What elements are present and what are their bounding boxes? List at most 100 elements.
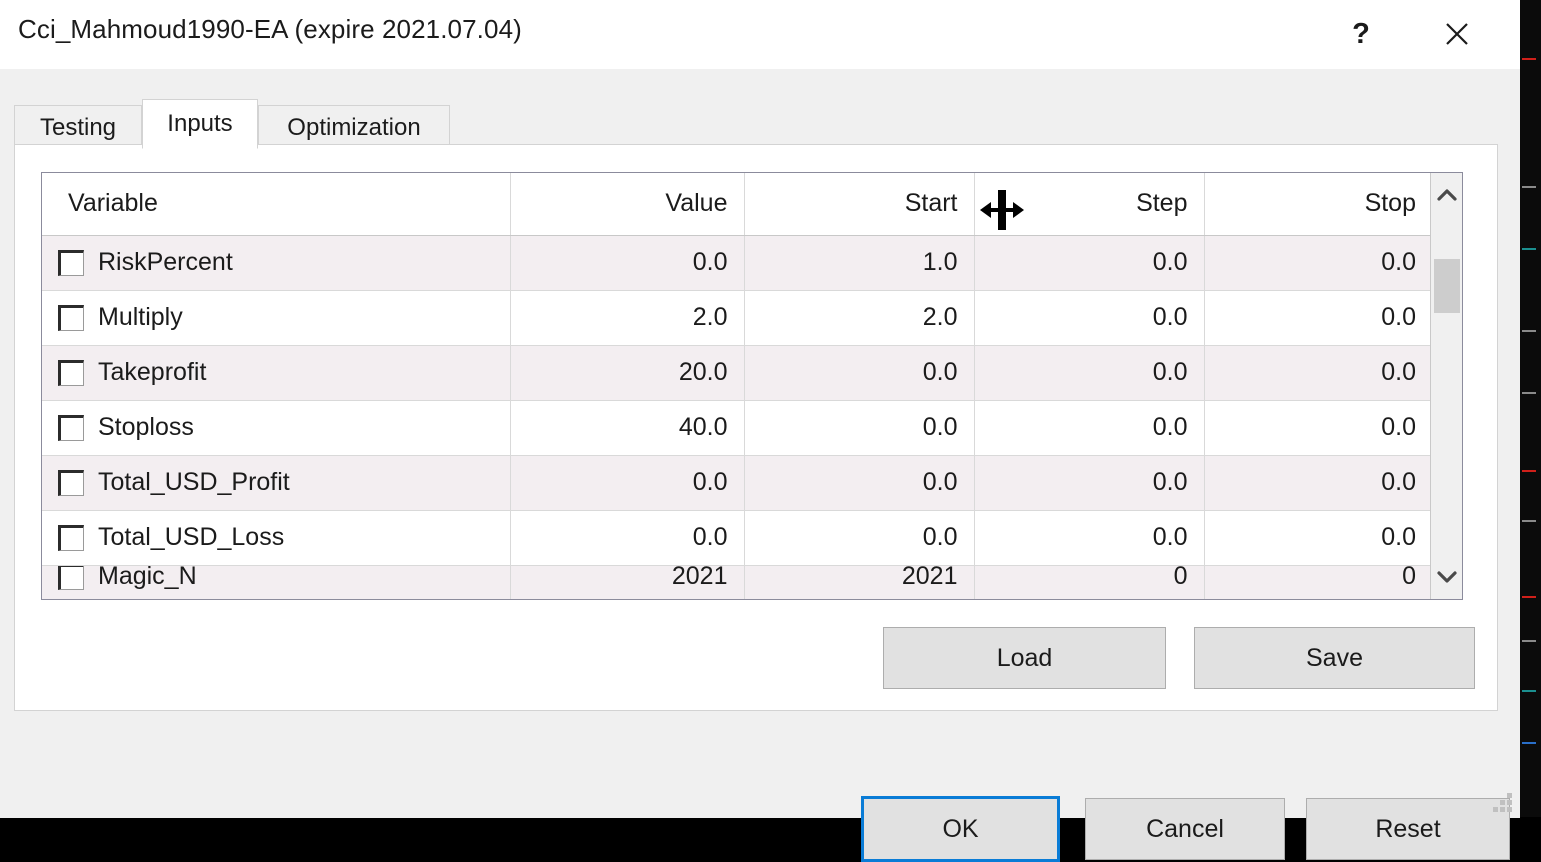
load-button[interactable]: Load xyxy=(883,627,1166,689)
cell-value-text: 0.0 xyxy=(693,248,728,276)
cell-start-text: 2.0 xyxy=(923,303,958,331)
cell-step-text: 0.0 xyxy=(1153,468,1188,496)
cell-stop-text: 0.0 xyxy=(1381,248,1416,276)
reset-button[interactable]: Reset xyxy=(1306,798,1510,860)
cell-step-text: 0.0 xyxy=(1153,413,1188,441)
cell-stop[interactable]: 0 xyxy=(1204,565,1432,600)
cell-step-text: 0.0 xyxy=(1153,523,1188,551)
inputs-grid: Variable Value Start Step Stop RiskPerce… xyxy=(41,172,1463,600)
cell-start[interactable]: 0.0 xyxy=(744,455,974,510)
tab-inputs-label: Inputs xyxy=(167,110,232,138)
cell-step-text: 0.0 xyxy=(1153,248,1188,276)
cell-step[interactable]: 0.0 xyxy=(974,235,1204,290)
cell-variable: Stoploss xyxy=(42,400,510,455)
tab-strip: Testing Inputs Optimization xyxy=(14,101,1500,149)
cell-step[interactable]: 0.0 xyxy=(974,510,1204,565)
cell-value[interactable]: 20.0 xyxy=(510,345,744,400)
column-header-value[interactable]: Value xyxy=(510,173,744,235)
cell-start-text: 1.0 xyxy=(923,248,958,276)
cell-value-text: 2.0 xyxy=(693,303,728,331)
cell-value[interactable]: 40.0 xyxy=(510,400,744,455)
cell-start[interactable]: 1.0 xyxy=(744,235,974,290)
column-header-start[interactable]: Start xyxy=(744,173,974,235)
close-icon[interactable] xyxy=(1424,0,1490,68)
checkbox-icon[interactable] xyxy=(58,415,84,441)
variable-label: Magic_N xyxy=(98,565,197,591)
cell-start-text: 2021 xyxy=(761,565,958,591)
cell-stop[interactable]: 0.0 xyxy=(1204,290,1432,345)
cell-stop[interactable]: 0.0 xyxy=(1204,345,1432,400)
checkbox-icon[interactable] xyxy=(58,360,84,386)
table-row[interactable]: Magic_N 2021 2021 00 xyxy=(42,565,1432,600)
checkbox-icon[interactable] xyxy=(58,565,84,590)
cell-start-text: 0.0 xyxy=(923,413,958,441)
tab-optimization[interactable]: Optimization xyxy=(258,105,450,149)
cell-value[interactable]: 0.0 xyxy=(510,510,744,565)
checkbox-icon[interactable] xyxy=(58,525,84,551)
checkbox-icon[interactable] xyxy=(58,250,84,276)
checkbox-icon[interactable] xyxy=(58,470,84,496)
grid-vertical-scrollbar[interactable] xyxy=(1430,173,1462,599)
cell-stop[interactable]: 0.0 xyxy=(1204,510,1432,565)
cell-stop-text: 0.0 xyxy=(1381,303,1416,331)
cell-step-text: 0.0 xyxy=(1153,358,1188,386)
cell-value[interactable]: 2.0 xyxy=(510,290,744,345)
tab-testing-label: Testing xyxy=(40,114,116,142)
table-row[interactable]: Total_USD_Profit0.00.00.00.0 xyxy=(42,455,1432,510)
window-title: Cci_Mahmoud1990-EA (expire 2021.07.04) xyxy=(18,14,522,45)
cell-step[interactable]: 0.0 xyxy=(974,290,1204,345)
variable-label: Total_USD_Loss xyxy=(98,523,284,552)
ok-button[interactable]: OK xyxy=(861,796,1060,862)
scroll-up-icon[interactable] xyxy=(1431,173,1462,217)
column-header-step[interactable]: Step xyxy=(974,173,1204,235)
cell-stop-text: 0.0 xyxy=(1381,358,1416,386)
cell-start-text: 0.0 xyxy=(923,468,958,496)
cell-start[interactable]: 0.0 xyxy=(744,400,974,455)
cell-value-text: 0.0 xyxy=(693,523,728,551)
cell-step[interactable]: 0 xyxy=(974,565,1204,600)
cell-step[interactable]: 0.0 xyxy=(974,455,1204,510)
cell-value[interactable]: 0.0 xyxy=(510,235,744,290)
cell-variable: Takeprofit xyxy=(42,345,510,400)
tab-optimization-label: Optimization xyxy=(287,114,420,142)
cell-variable: Total_USD_Loss xyxy=(42,510,510,565)
table-row[interactable]: Stoploss40.0 0.0 0.0 0.0 xyxy=(42,400,1432,455)
table-row[interactable]: Multiply2.02.00.00.0 xyxy=(42,290,1432,345)
table-row[interactable]: RiskPercent 0.0 1.0 0.0 0.0 xyxy=(42,235,1432,290)
help-icon[interactable]: ? xyxy=(1328,0,1394,68)
cell-variable: RiskPercent xyxy=(42,235,510,290)
cell-variable: Magic_N xyxy=(42,565,510,600)
cell-value-text: 2021 xyxy=(527,565,728,591)
cell-value[interactable]: 0.0 xyxy=(510,455,744,510)
variable-label: RiskPercent xyxy=(98,248,233,277)
cell-step[interactable]: 0.0 xyxy=(974,345,1204,400)
save-button[interactable]: Save xyxy=(1194,627,1475,689)
resize-grip[interactable] xyxy=(1490,790,1512,812)
column-header-stop[interactable]: Stop xyxy=(1204,173,1432,235)
cancel-button[interactable]: Cancel xyxy=(1085,798,1285,860)
tab-testing[interactable]: Testing xyxy=(14,105,142,149)
variable-label: Takeprofit xyxy=(98,358,206,387)
cell-start[interactable]: 0.0 xyxy=(744,510,974,565)
cell-start[interactable]: 2.0 xyxy=(744,290,974,345)
cell-step[interactable]: 0.0 xyxy=(974,400,1204,455)
inputs-tab-panel: Variable Value Start Step Stop RiskPerce… xyxy=(14,144,1498,711)
cell-stop[interactable]: 0.0 xyxy=(1204,235,1432,290)
cell-start[interactable]: 2021 xyxy=(744,565,974,600)
table-header-row: Variable Value Start Step Stop xyxy=(42,173,1432,235)
cell-stop[interactable]: 0.0 xyxy=(1204,455,1432,510)
cell-start-text: 0.0 xyxy=(923,523,958,551)
checkbox-icon[interactable] xyxy=(58,305,84,331)
cell-value[interactable]: 2021 xyxy=(510,565,744,600)
column-header-variable[interactable]: Variable xyxy=(42,173,510,235)
title-bar: Cci_Mahmoud1990-EA (expire 2021.07.04) ? xyxy=(0,0,1520,69)
scrollbar-thumb[interactable] xyxy=(1434,259,1460,313)
cell-stop-text: 0.0 xyxy=(1381,523,1416,551)
dialog-body: Testing Inputs Optimization Variable xyxy=(0,69,1520,818)
scroll-down-icon[interactable] xyxy=(1431,555,1462,599)
cell-start[interactable]: 0.0 xyxy=(744,345,974,400)
tab-inputs[interactable]: Inputs xyxy=(142,99,258,149)
cell-stop[interactable]: 0.0 xyxy=(1204,400,1432,455)
table-row[interactable]: Takeprofit20.00.00.00.0 xyxy=(42,345,1432,400)
table-row[interactable]: Total_USD_Loss 0.0 0.0 0.0 0.0 xyxy=(42,510,1432,565)
